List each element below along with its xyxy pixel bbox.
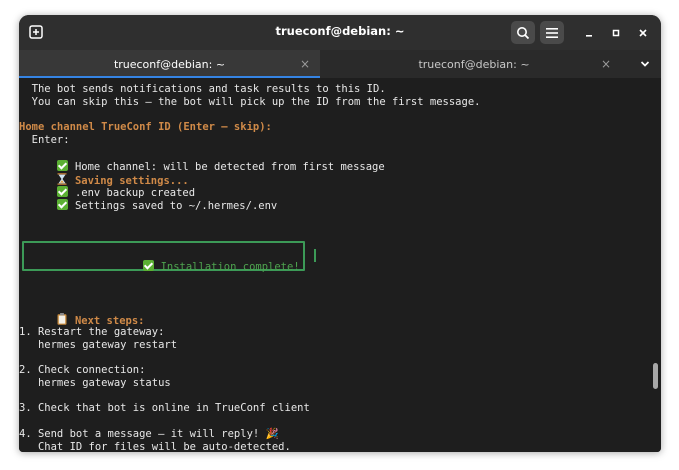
box-border-fragment bbox=[314, 249, 316, 262]
terminal-line: 1. Restart the gateway: bbox=[19, 326, 165, 338]
terminal-line: hermes gateway status bbox=[19, 377, 171, 389]
scrollbar-thumb[interactable] bbox=[653, 363, 658, 389]
minimize-icon bbox=[586, 35, 592, 37]
terminal-line: Home channel: will be detected from firs… bbox=[19, 147, 385, 173]
close-icon bbox=[639, 29, 647, 37]
hamburger-menu-icon bbox=[546, 27, 558, 38]
menu-button[interactable] bbox=[540, 21, 564, 44]
maximize-button[interactable] bbox=[606, 23, 626, 43]
terminal-line: Chat ID for files will be auto-detected. bbox=[19, 441, 291, 452]
tab-terminal-2[interactable]: trueconf@debian: ~ × bbox=[320, 50, 628, 78]
terminal-prompt: Home channel TrueConf ID (Enter — skip): bbox=[19, 121, 272, 133]
minimize-button[interactable] bbox=[579, 23, 599, 43]
tab-bar: trueconf@debian: ~ × trueconf@debian: ~ … bbox=[19, 50, 661, 78]
terminal-line: The bot sends notifications and task res… bbox=[19, 83, 386, 95]
terminal-window: trueconf@debian: ~ trueconf@debian: ~ × … bbox=[19, 15, 661, 452]
chevron-down-icon bbox=[640, 61, 650, 67]
terminal-line: 2. Check connection: bbox=[19, 364, 146, 376]
search-icon bbox=[517, 26, 530, 39]
terminal-line: Settings saved to ~/.hermes/.env bbox=[19, 186, 277, 212]
terminal-line: Next steps: bbox=[19, 300, 144, 327]
tab-close-button[interactable]: × bbox=[300, 57, 310, 71]
scrollbar[interactable] bbox=[649, 78, 661, 452]
terminal-output[interactable]: ̣̣̣ ̣ The bot sends notifications and ta… bbox=[19, 78, 649, 452]
completion-box: Installation complete! bbox=[22, 241, 305, 273]
check-mark-icon bbox=[142, 260, 154, 271]
terminal-line: You can skip this — the bot will pick up… bbox=[19, 96, 481, 108]
tab-label: trueconf@debian: ~ bbox=[113, 57, 226, 71]
terminal-line: 4. Send bot a message — it will reply! 🎉 bbox=[19, 428, 279, 440]
title-bar: trueconf@debian: ~ bbox=[19, 15, 661, 50]
terminal-line: 3. Check that bot is online in TrueConf … bbox=[19, 402, 310, 414]
maximize-icon bbox=[612, 29, 620, 37]
terminal-line: hermes gateway restart bbox=[19, 339, 178, 351]
search-button[interactable] bbox=[511, 21, 535, 44]
tab-close-button[interactable]: × bbox=[601, 57, 611, 71]
terminal-line: .env backup created bbox=[19, 173, 195, 199]
terminal-line: Enter: bbox=[19, 134, 70, 146]
tab-terminal-1[interactable]: trueconf@debian: ~ × bbox=[19, 50, 320, 78]
check-mark-icon bbox=[56, 199, 68, 210]
tab-label: trueconf@debian: ~ bbox=[418, 57, 530, 71]
close-window-button[interactable] bbox=[633, 23, 653, 43]
completion-message: Installation complete! bbox=[92, 248, 300, 285]
window-title: trueconf@debian: ~ bbox=[275, 24, 405, 38]
tab-list-button[interactable] bbox=[635, 54, 655, 74]
terminal-line: Saving settings... bbox=[19, 160, 189, 187]
